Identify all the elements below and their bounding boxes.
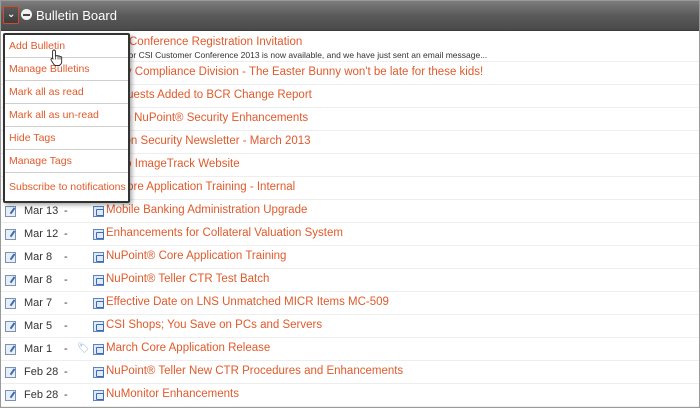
- bulletin-row: Mar 12- Enhancements for Collateral Valua…: [1, 223, 699, 246]
- menu-item-manage-bulletins[interactable]: Manage Bulletins: [5, 58, 128, 81]
- bulletin-date: Mar 1: [24, 343, 53, 355]
- bulletin-doc-icon[interactable]: [5, 390, 16, 401]
- menu-item-manage-tags[interactable]: Manage Tags: [5, 150, 128, 173]
- bulletin-row: Mar 8- NuPoint® Core Application Training: [1, 246, 699, 269]
- bulletin-row: Mar 1- 🏷 March Core Application Release: [1, 338, 699, 361]
- bulletin-row: Mar 13- Mobile Banking Administration Upg…: [1, 200, 699, 223]
- bulletin-doc-icon[interactable]: [5, 298, 16, 309]
- menu-item-subscribe-notifications[interactable]: Subscribe to notifications: [5, 173, 128, 201]
- bulletin-link-icon[interactable]: [93, 390, 104, 401]
- bulletin-title-link[interactable]: March Core Application Release: [106, 342, 270, 354]
- bulletin-dash: -: [64, 274, 68, 286]
- panel-title: Bulletin Board: [36, 8, 117, 23]
- bulletin-link-icon[interactable]: [93, 275, 104, 286]
- bulletin-date: Mar 13: [24, 205, 59, 217]
- bulletin-date: Feb 28: [24, 389, 59, 401]
- bulletin-row: Feb 28- NuMonitor Enhancements: [1, 384, 699, 407]
- bulletin-link-icon[interactable]: [93, 206, 104, 217]
- hand-pointer-icon: [50, 49, 63, 67]
- bulletin-dash: -: [64, 205, 68, 217]
- bulletin-title-link[interactable]: mer Conference Registration Invitation: [106, 36, 302, 48]
- bulletin-title-link[interactable]: NuPoint® Teller New CTR Procedures and E…: [106, 365, 403, 377]
- bulletin-doc-icon[interactable]: [5, 367, 16, 378]
- bulletin-doc-icon[interactable]: [5, 206, 16, 217]
- bulletin-link-icon[interactable]: [93, 367, 104, 378]
- bulletin-dash: -: [64, 228, 68, 240]
- tag-icon[interactable]: 🏷: [77, 343, 90, 354]
- bulletin-title-link[interactable]: ming NuPoint® Security Enhancements: [106, 112, 308, 124]
- bulletin-date: Mar 5: [24, 320, 53, 332]
- panel-header: ⌄ Bulletin Board: [1, 1, 699, 31]
- bulletin-date: Mar 7: [24, 297, 53, 309]
- menu-item-mark-all-read[interactable]: Mark all as read: [5, 81, 128, 104]
- bulletin-row: Mar 8- NuPoint® Teller CTR Test Batch: [1, 269, 699, 292]
- bulletin-date: Feb 28: [24, 366, 59, 378]
- bulletin-dash: -: [64, 297, 68, 309]
- bulletin-title-link[interactable]: atory Compliance Division - The Easter B…: [106, 66, 483, 78]
- bulletin-title-link[interactable]: Mobile Banking Administration Upgrade: [106, 204, 307, 216]
- bulletin-date: Mar 8: [24, 251, 53, 263]
- bulletin-title-link[interactable]: nt Core Application Training - Internal: [106, 181, 295, 193]
- bulletin-doc-icon[interactable]: [5, 275, 16, 286]
- bulletin-doc-icon[interactable]: [5, 321, 16, 332]
- bulletin-title-link[interactable]: CSI Shops; You Save on PCs and Servers: [106, 319, 322, 331]
- bulletin-row: Mar 7- Effective Date on LNS Unmatched MI…: [1, 292, 699, 315]
- bulletin-title-link[interactable]: Enhancements for Collateral Valuation Sy…: [106, 227, 343, 239]
- bulletin-dash: -: [64, 343, 68, 355]
- bulletin-row: Mar 5- CSI Shops; You Save on PCs and Ser…: [1, 315, 699, 338]
- bulletin-link-icon[interactable]: [93, 321, 104, 332]
- menu-item-add-bulletin[interactable]: Add Bulletin: [5, 35, 128, 58]
- bulletin-dash: -: [64, 251, 68, 263]
- options-dropdown-menu: Add Bulletin Manage Bulletins Mark all as …: [3, 33, 130, 203]
- bulletin-summary: bsite for CSI Customer Conference 2013 i…: [106, 50, 488, 60]
- bulletin-link-icon[interactable]: [93, 298, 104, 309]
- menu-item-mark-all-unread[interactable]: Mark all as un-read: [5, 104, 128, 127]
- bulletin-link-icon[interactable]: [93, 229, 104, 240]
- minus-circle-icon[interactable]: [21, 9, 32, 20]
- bulletin-title-link[interactable]: NuMonitor Enhancements: [106, 388, 239, 400]
- bulletin-link-icon[interactable]: [93, 252, 104, 263]
- bulletin-title-link[interactable]: nation Security Newsletter - March 2013: [106, 135, 311, 147]
- bulletin-link-icon[interactable]: [93, 344, 104, 355]
- chevron-down-icon: ⌄: [7, 9, 16, 20]
- bulletin-title-link[interactable]: NuPoint® Core Application Training: [106, 250, 286, 262]
- bulletin-row: Feb 28- NuPoint® Teller New CTR Procedure…: [1, 361, 699, 384]
- bulletin-title-link[interactable]: NuPoint® Teller CTR Test Batch: [106, 273, 269, 285]
- bulletin-doc-icon[interactable]: [5, 229, 16, 240]
- bulletin-dash: -: [64, 320, 68, 332]
- bulletin-doc-icon[interactable]: [5, 344, 16, 355]
- bulletin-date: Mar 12: [24, 228, 59, 240]
- bulletin-dash: -: [64, 389, 68, 401]
- bulletin-title-link[interactable]: Effective Date on LNS Unmatched MICR Ite…: [106, 296, 389, 308]
- bulletin-date: Mar 8: [24, 274, 53, 286]
- options-toggle-button[interactable]: ⌄: [3, 6, 19, 24]
- bulletin-dash: -: [64, 366, 68, 378]
- menu-item-hide-tags[interactable]: Hide Tags: [5, 127, 128, 150]
- bulletin-doc-icon[interactable]: [5, 252, 16, 263]
- bulletin-title-link[interactable]: Requests Added to BCR Change Report: [106, 89, 312, 101]
